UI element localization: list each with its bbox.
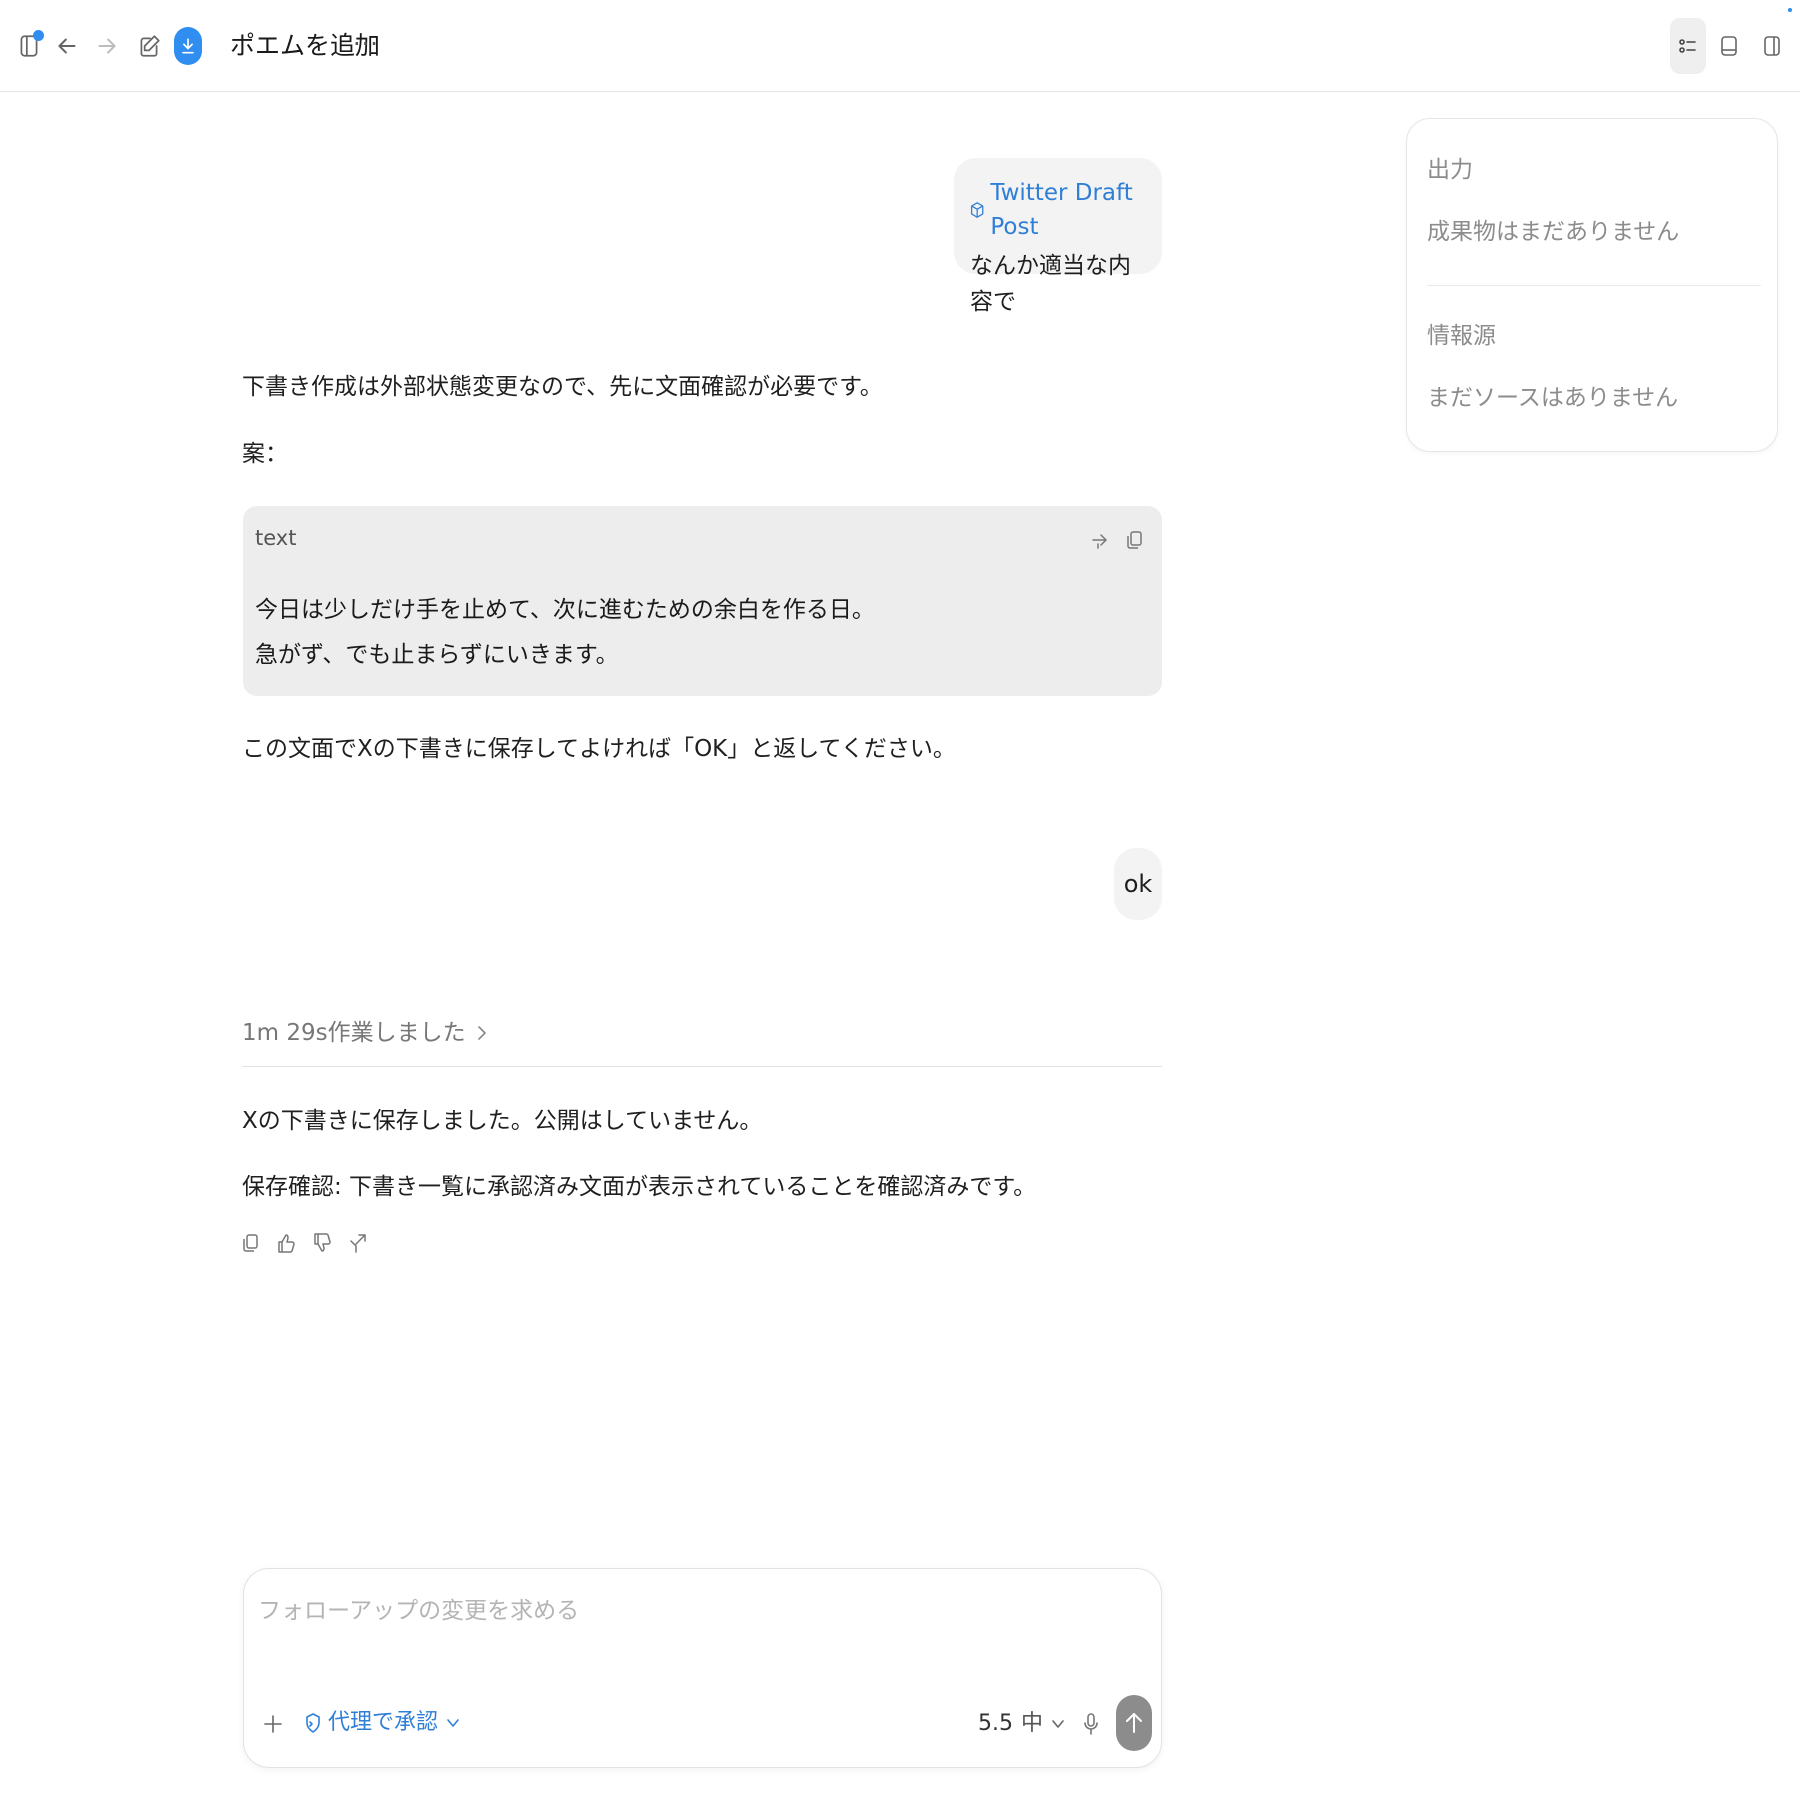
list-icon: [1679, 39, 1696, 53]
divider: [242, 1066, 1162, 1067]
chevron-right-icon: [477, 1026, 486, 1040]
skill-link[interactable]: Twitter Draft Post: [970, 176, 1148, 244]
message-actions: [238, 1228, 370, 1258]
reasoning-level: 中: [1021, 1711, 1044, 1736]
output-empty-text: 成果物はまだありません: [1427, 219, 1680, 245]
notification-dot: [33, 30, 44, 41]
assistant-verification-line: 保存確認: 下書き一覧に承認済み文面が表示されていることを確認済みです。: [242, 1174, 1037, 1200]
download-button[interactable]: [174, 27, 202, 65]
worked-duration-label: 1m 29s作業しました: [242, 1020, 466, 1046]
message-composer: 代理で承認 5.5 中: [243, 1568, 1162, 1768]
skill-label: Twitter Draft Post: [990, 180, 1133, 240]
worked-duration-toggle[interactable]: 1m 29s作業しました: [242, 1015, 488, 1051]
new-chat-edit-icon[interactable]: [134, 28, 164, 64]
assistant-intro: 下書き作成は外部状態変更なので、先に文面確認が必要です。: [242, 374, 883, 400]
side-panel-divider: [1427, 285, 1761, 286]
chevron-down-icon: [447, 1719, 459, 1727]
send-button[interactable]: [1116, 1695, 1152, 1751]
artifacts-side-panel: 出力 成果物はまだありません 情報源 まだソースはありません: [1406, 118, 1778, 452]
assistant-confirm-request: この文面でXの下書きに保存してよければ「OK」と返してください。: [242, 736, 956, 762]
model-selector[interactable]: 5.5 中: [978, 1707, 1065, 1741]
shield-icon: [306, 1713, 320, 1733]
bottom-panel-toggle[interactable]: [1711, 18, 1747, 74]
code-language-label: text: [255, 526, 297, 550]
user-message-text: なんか適当な内容で: [970, 253, 1131, 315]
follow-up-input[interactable]: [258, 1591, 1138, 1631]
microphone-icon: [1084, 1713, 1098, 1735]
arrow-up-icon: [1126, 1713, 1142, 1733]
top-bar: ポエムを追加 ···: [0, 0, 1800, 92]
cube-icon: [970, 202, 984, 218]
code-block: text 今日は少しだけ手を止めて、次に進むための余白を作る日。 急がず、でも止…: [243, 506, 1162, 696]
right-panel-icon: [1764, 36, 1780, 56]
approval-mode-dropdown[interactable]: 代理で承認: [304, 1706, 460, 1740]
proposal-label: 案：: [242, 441, 288, 467]
insert-arrow-icon[interactable]: [1088, 526, 1112, 554]
voice-input-button[interactable]: [1076, 1705, 1106, 1743]
add-attachment-button[interactable]: [258, 1709, 288, 1739]
user-message-bubble-ok: ok: [1114, 848, 1162, 920]
status-dot: [1788, 8, 1792, 12]
copy-code-icon[interactable]: [1122, 526, 1146, 554]
copy-icon[interactable]: [238, 1228, 262, 1258]
sources-empty-text: まだソースはありません: [1427, 385, 1679, 411]
bottom-panel-icon: [1721, 36, 1737, 56]
back-arrow-icon[interactable]: [52, 28, 82, 64]
more-options-button[interactable]: ···: [353, 28, 379, 60]
plus-icon: [264, 1715, 282, 1733]
output-heading: 出力: [1427, 157, 1473, 183]
sidebar-toggle-icon[interactable]: [14, 28, 44, 64]
share-branch-icon[interactable]: [346, 1228, 370, 1258]
download-icon: [182, 38, 194, 54]
code-line: 今日は少しだけ手を止めて、次に進むための余白を作る日。: [255, 597, 875, 623]
forward-arrow-icon[interactable]: [92, 28, 122, 64]
model-version: 5.5: [978, 1711, 1013, 1736]
user-message-bubble: Twitter Draft Post なんか適当な内容で: [954, 158, 1162, 315]
chevron-down-icon: [1052, 1720, 1064, 1728]
approval-mode-label: 代理で承認: [328, 1710, 439, 1735]
user-message-text: ok: [1123, 870, 1153, 898]
thumbs-up-icon[interactable]: [274, 1228, 298, 1258]
right-panel-toggle[interactable]: [1754, 18, 1790, 74]
assistant-result-line: Xの下書きに保存しました。公開はしていません。: [242, 1108, 763, 1134]
thumbs-down-icon[interactable]: [310, 1228, 334, 1258]
sources-heading: 情報源: [1427, 323, 1496, 349]
panel-list-toggle[interactable]: [1670, 18, 1706, 74]
code-line: 急がず、でも止まらずにいきます。: [255, 642, 619, 668]
